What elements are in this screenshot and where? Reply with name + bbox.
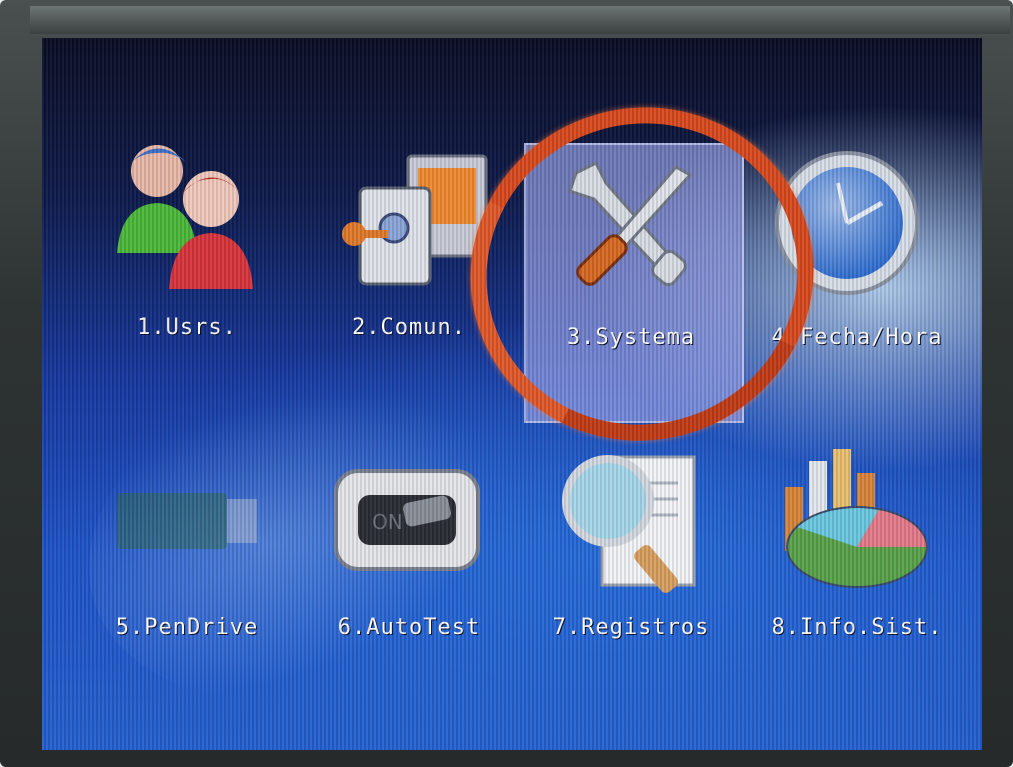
menu-item-system[interactable]: 3.Systema: [526, 133, 736, 403]
device-bezel: 1.Usrs. 2.Comun. 3.Systema 4.Fecha/Hora …: [0, 0, 1013, 767]
menu-item-label: 7.Registros: [552, 615, 710, 640]
menu-item-label: 6.AutoTest: [337, 615, 481, 640]
menu-item-communication[interactable]: 2.Comun.: [304, 133, 514, 403]
menu-item-label: 4.Fecha/Hora: [771, 325, 943, 350]
menu-item-label: 8.Info.Sist.: [771, 615, 943, 640]
chart-icon: [785, 449, 928, 588]
autotest-icon: ON: [334, 469, 480, 571]
lcd-screen: 1.Usrs. 2.Comun. 3.Systema 4.Fecha/Hora …: [42, 38, 982, 750]
bezel-top-edge: [30, 6, 1010, 34]
menu-item-date-time[interactable]: 4.Fecha/Hora: [752, 133, 962, 403]
svg-text:ON: ON: [372, 510, 403, 534]
menu-item-records[interactable]: 7.Registros: [526, 443, 736, 713]
menu-item-label: 3.Systema: [566, 325, 696, 350]
menu-item-autotest[interactable]: ON 6.AutoTest: [304, 443, 514, 713]
menu-item-label: 5.PenDrive: [115, 615, 259, 640]
menu-item-users[interactable]: 1.Usrs.: [82, 133, 292, 403]
users-icon: [117, 145, 253, 289]
clock-icon: [775, 151, 919, 295]
communication-icon: [342, 154, 488, 286]
menu-item-label: 1.Usrs.: [137, 315, 237, 340]
menu-item-label: 2.Comun.: [352, 315, 466, 340]
menu-item-system-info[interactable]: 8.Info.Sist.: [752, 443, 962, 713]
tools-icon: [568, 160, 693, 287]
pendrive-icon: [117, 493, 257, 549]
menu-item-pendrive[interactable]: 5.PenDrive: [82, 443, 292, 713]
search-document-icon: [562, 455, 696, 593]
